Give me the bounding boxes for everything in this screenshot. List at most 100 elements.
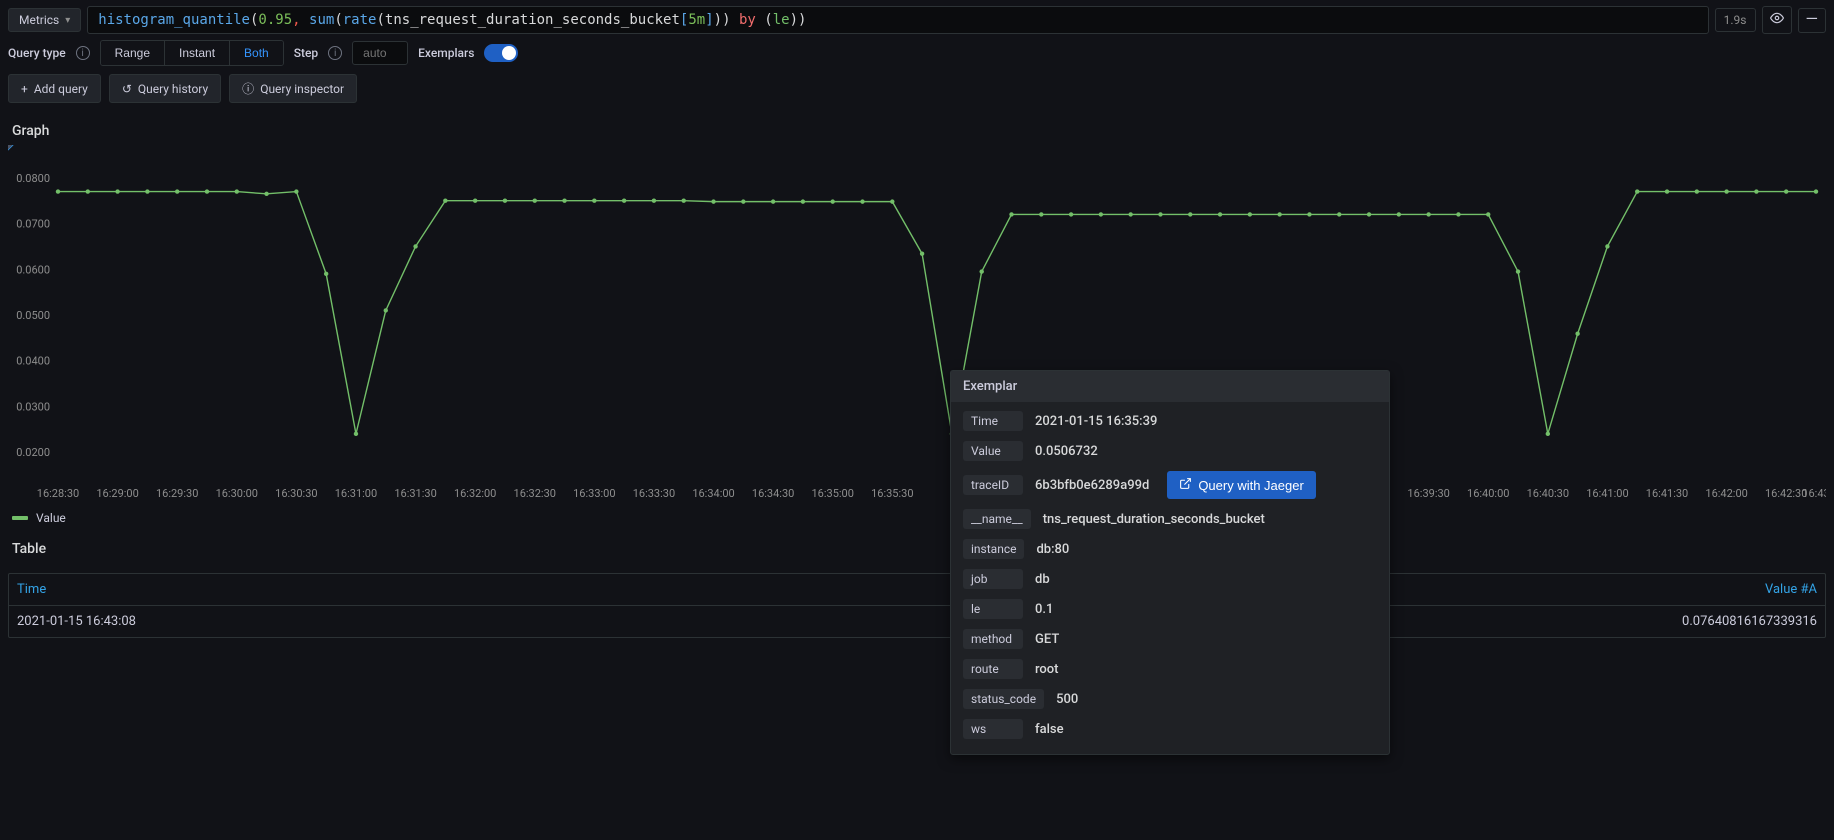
query-type-range[interactable]: Range <box>101 41 165 65</box>
svg-text:16:32:30: 16:32:30 <box>514 487 556 500</box>
query-inspector-button[interactable]: ⓘ Query inspector <box>229 74 357 103</box>
svg-text:16:40:00: 16:40:00 <box>1467 487 1509 500</box>
exemplar-row-value: 0.0506732 <box>1035 444 1098 459</box>
legend[interactable]: Value <box>0 505 1834 531</box>
exemplar-row-value: db:80 <box>1036 542 1069 557</box>
graph-title: Graph <box>0 113 1834 145</box>
history-icon: ↺ <box>122 82 132 96</box>
svg-text:0.0400: 0.0400 <box>16 355 50 368</box>
table-row: 2021-01-15 16:43:08 0.07640816167339316 <box>9 606 1825 637</box>
exemplar-row: instance db:80 <box>951 534 1389 564</box>
exemplar-row-value: 0.1 <box>1035 602 1053 617</box>
exemplar-row-label: method <box>963 629 1023 649</box>
svg-text:16:35:30: 16:35:30 <box>871 487 913 500</box>
query-type-instant[interactable]: Instant <box>165 41 230 65</box>
exemplar-row-label: Time <box>963 411 1023 431</box>
add-query-button[interactable]: + Add query <box>8 74 101 103</box>
exemplar-row: route root <box>951 654 1389 684</box>
exemplar-row-label: traceID <box>963 475 1023 495</box>
query-input[interactable]: histogram_quantile(0.95, sum(rate(tns_re… <box>87 6 1708 34</box>
query-timing: 1.9s <box>1715 8 1756 32</box>
svg-text:0.0200: 0.0200 <box>16 446 50 459</box>
exemplar-row-label: __name__ <box>963 509 1031 529</box>
query-type-segmented: Range Instant Both <box>100 40 284 66</box>
chevron-down-icon: ▾ <box>65 15 70 26</box>
svg-text:0.0500: 0.0500 <box>16 309 50 322</box>
svg-text:16:30:30: 16:30:30 <box>275 487 317 500</box>
query-type-both[interactable]: Both <box>230 41 283 65</box>
legend-swatch <box>12 516 28 520</box>
exemplar-row-value: 2021-01-15 16:35:39 <box>1035 414 1157 429</box>
exemplar-row-label: ws <box>963 719 1023 739</box>
exemplar-row-value: db <box>1035 572 1050 587</box>
exemplar-row: traceID 6b3bfb0e6289a99d Query with Jaeger <box>951 466 1389 504</box>
exemplars-label: Exemplars <box>418 46 474 60</box>
exemplar-row-label: Value <box>963 441 1023 461</box>
exemplar-row: status_code 500 <box>951 684 1389 714</box>
exemplar-row-value: GET <box>1035 632 1059 647</box>
exemplar-row-value: 6b3bfb0e6289a99d <box>1035 478 1149 493</box>
exemplar-row: jobdb <box>951 564 1389 594</box>
svg-text:16:30:00: 16:30:00 <box>216 487 258 500</box>
exemplar-row-value: 500 <box>1056 692 1078 707</box>
external-link-icon <box>1179 477 1192 493</box>
svg-text:16:42:00: 16:42:00 <box>1705 487 1747 500</box>
svg-text:16:43: 16:43 <box>1802 487 1826 500</box>
chart[interactable]: 0.02000.03000.04000.05000.06000.07000.08… <box>8 145 1826 505</box>
legend-label: Value <box>36 511 66 525</box>
svg-text:0.0700: 0.0700 <box>16 218 50 231</box>
exemplar-row-value: tns_request_duration_seconds_bucket <box>1043 512 1265 527</box>
svg-text:16:33:30: 16:33:30 <box>633 487 675 500</box>
svg-text:16:41:30: 16:41:30 <box>1646 487 1688 500</box>
info-icon[interactable]: i <box>328 46 342 60</box>
result-table: Time Value #A 2021-01-15 16:43:08 0.0764… <box>8 573 1826 638</box>
svg-text:16:33:00: 16:33:00 <box>573 487 615 500</box>
svg-text:16:31:30: 16:31:30 <box>394 487 436 500</box>
step-label: Step <box>294 46 318 60</box>
svg-text:16:35:00: 16:35:00 <box>812 487 854 500</box>
query-type-label: Query type <box>8 46 66 60</box>
col-value-header[interactable]: Value #A <box>1577 582 1817 597</box>
svg-text:0.0600: 0.0600 <box>16 263 50 276</box>
datasource-label: Metrics <box>19 13 59 27</box>
inspector-icon: ⓘ <box>242 80 254 97</box>
collapse-button[interactable]: — <box>1798 8 1827 33</box>
exemplar-row: Value 0.0506732 <box>951 436 1389 466</box>
query-with-jaeger-button[interactable]: Query with Jaeger <box>1167 471 1316 499</box>
exemplar-row: __name__ tns_request_duration_seconds_buc… <box>951 504 1389 534</box>
exemplar-row: method GET <box>951 624 1389 654</box>
info-icon[interactable]: i <box>76 46 90 60</box>
svg-text:16:42:30: 16:42:30 <box>1765 487 1807 500</box>
svg-text:16:29:30: 16:29:30 <box>156 487 198 500</box>
exemplar-row-label: status_code <box>963 689 1044 709</box>
exemplar-tooltip: Exemplar Time 2021-01-15 16:35:39 Value 0.0… <box>950 370 1390 755</box>
exemplar-row-label: instance <box>963 539 1024 559</box>
svg-text:16:29:00: 16:29:00 <box>96 487 138 500</box>
cell-value: 0.07640816167339316 <box>1577 614 1817 629</box>
exemplars-toggle[interactable] <box>484 44 518 62</box>
svg-text:16:34:30: 16:34:30 <box>752 487 794 500</box>
query-history-button[interactable]: ↺ Query history <box>109 74 221 103</box>
svg-text:16:39:30: 16:39:30 <box>1407 487 1449 500</box>
exemplar-row-label: route <box>963 659 1023 679</box>
exemplar-row-label: le <box>963 599 1023 619</box>
svg-text:16:40:30: 16:40:30 <box>1527 487 1569 500</box>
table-header: Time Value #A <box>9 574 1825 606</box>
svg-text:16:34:00: 16:34:00 <box>692 487 734 500</box>
exemplar-row-label: job <box>963 569 1023 589</box>
exemplar-row: wsfalse <box>951 714 1389 744</box>
exemplar-tooltip-title: Exemplar <box>951 371 1389 402</box>
plus-icon: + <box>21 82 28 96</box>
eye-icon[interactable] <box>1762 6 1792 34</box>
svg-text:0.0800: 0.0800 <box>16 172 50 185</box>
exemplar-row-value: root <box>1035 662 1059 677</box>
exemplar-row-value: false <box>1035 722 1064 737</box>
svg-text:16:32:00: 16:32:00 <box>454 487 496 500</box>
svg-text:16:28:30: 16:28:30 <box>37 487 79 500</box>
datasource-picker[interactable]: Metrics ▾ <box>8 8 81 32</box>
svg-text:16:41:00: 16:41:00 <box>1586 487 1628 500</box>
exemplar-row: le 0.1 <box>951 594 1389 624</box>
svg-text:16:31:00: 16:31:00 <box>335 487 377 500</box>
table-title: Table <box>0 531 1834 563</box>
step-input[interactable] <box>352 41 408 65</box>
